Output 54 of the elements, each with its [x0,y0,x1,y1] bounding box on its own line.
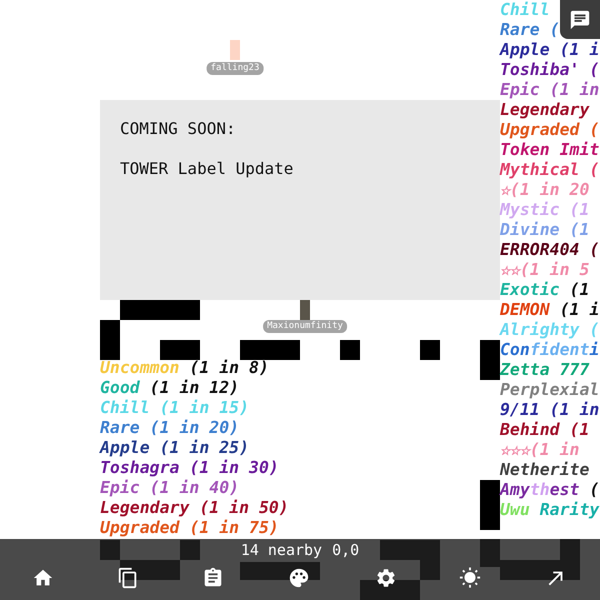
rarity-label: Epic (1 in [500,80,600,100]
rarity-label: Mystic (1 [500,200,590,220]
rarity-label: Rare (1 in 20) [100,418,240,438]
rarity-label: Uncommon (1 in 8) [100,358,269,378]
rarity-label: Toshiba' ( [500,60,600,80]
rarity-label: ☆☆(1 in 5 [500,260,590,280]
rarity-label: Upgraded (1 in 75) [100,518,279,538]
chat-icon [569,8,591,30]
copy-icon [117,567,139,589]
rarity-label: 9/11 (1 in [500,400,600,420]
rarity-label: Alrighty ( [500,320,600,340]
rarity-label: Mythical ( [500,160,600,180]
rarity-label: Legendary (1 in 50) [100,498,289,518]
pixel-block [340,340,360,360]
coordinates: 0,0 [332,540,360,560]
rarity-label: ☆(1 in 20 [500,180,590,200]
rarity-label: Exotic (1 [500,280,590,300]
pixel-block [480,340,500,380]
rarity-label: Perplexial [500,380,600,400]
rarity-label: Rare ( [500,20,560,40]
pixel-block [480,480,500,530]
rarity-label: Divine (1 [500,220,590,240]
nearby-count: 14 nearby [240,540,322,560]
rarity-label: Behind (1 [500,420,590,440]
rarity-label: Amythest ( [500,480,600,500]
rarity-label: Upgraded ( [500,120,600,140]
player-name-tag: falling23 [206,62,264,75]
rarity-label: Good (1 in 12) [100,378,240,398]
rarity-label: Toshagra (1 in 30) [100,458,279,478]
rarity-label: ☆☆☆(1 in [500,440,580,460]
notice-text: COMING SOON: [120,119,237,139]
rarity-label: ERROR404 ( [500,240,600,260]
sun-icon [459,567,481,589]
notice-text: TOWER Label Update [120,159,294,179]
pixel-block [160,340,200,360]
rarity-label: Epic (1 in 40) [100,478,240,498]
pixel-block [240,340,300,360]
rarity-label: Token Imit [500,140,600,160]
rarity-label: Legendary [500,100,590,120]
settings-icon [375,567,397,589]
rarity-label: Apple (1 i [500,40,600,60]
palette-icon [288,567,310,589]
rarity-label: Chill [500,0,550,20]
rarity-label: Chill (1 in 15) [100,398,250,418]
player-name-tag: Maxionumfinity [263,320,347,333]
rarity-label: DEMON (1 i [500,300,600,320]
chat-button[interactable] [560,0,600,39]
pixel-block [420,340,440,360]
clipboard-icon [202,567,224,589]
rarity-label: Confidenti [500,340,600,360]
rarity-label: Zetta 777 [500,360,590,380]
rarity-label: Apple (1 in 25) [100,438,250,458]
rarity-label: Uwu Rarity [500,500,600,520]
rarity-label: Netherite [500,460,590,480]
